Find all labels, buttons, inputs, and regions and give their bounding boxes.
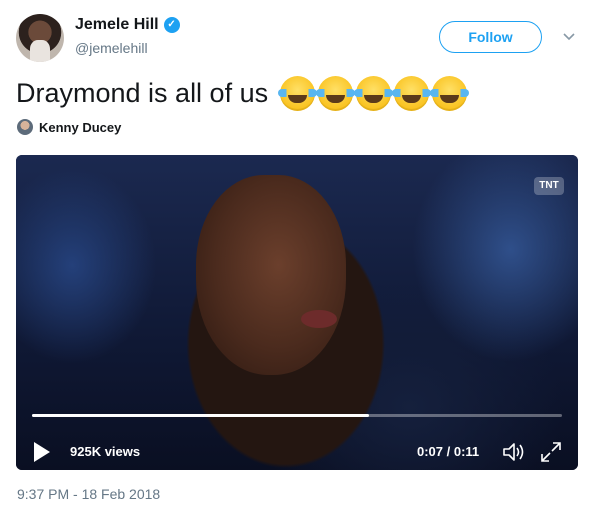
view-count: 925K views <box>70 444 141 459</box>
attribution-avatar <box>17 119 33 135</box>
attribution-name[interactable]: Kenny Ducey <box>39 120 121 135</box>
video-subject <box>196 175 346 375</box>
tweet-timestamp[interactable]: 9:37 PM - 18 Feb 2018 <box>17 486 160 502</box>
follow-button[interactable]: Follow <box>439 21 542 53</box>
video-controls: 925K views 0:07 / 0:11 <box>16 430 578 470</box>
tweet-body: Draymond is all of us <box>16 78 269 108</box>
face-with-tears-of-joy-icon <box>430 75 470 111</box>
author-name-row[interactable]: Jemele Hill ✓ <box>75 16 180 34</box>
volume-icon[interactable] <box>502 442 526 462</box>
face-with-tears-of-joy-icon <box>278 75 318 111</box>
author-avatar[interactable] <box>16 14 64 62</box>
author-handle[interactable]: @jemelehill <box>75 40 148 56</box>
video-subject-mouth <box>301 310 337 328</box>
author-display-name[interactable]: Jemele Hill <box>75 16 159 34</box>
verified-badge-icon: ✓ <box>163 17 180 33</box>
face-with-tears-of-joy-icon <box>354 75 394 111</box>
video-time: 0:07 / 0:11 <box>417 444 480 459</box>
video-progress-fill <box>32 414 370 417</box>
video-player[interactable]: TNT 925K views 0:07 / 0:11 <box>16 155 578 470</box>
video-progress-bar[interactable] <box>32 414 562 417</box>
face-with-tears-of-joy-icon <box>316 75 356 111</box>
play-icon[interactable] <box>34 442 50 462</box>
fullscreen-icon[interactable] <box>540 441 562 463</box>
face-with-tears-of-joy-icon <box>392 75 432 111</box>
video-attribution[interactable]: Kenny Ducey <box>17 119 121 135</box>
emoji-group <box>278 75 470 111</box>
tnt-watermark: TNT <box>534 177 564 195</box>
chevron-down-icon[interactable] <box>561 28 577 44</box>
tweet-text: Draymond is all of us <box>16 73 470 113</box>
